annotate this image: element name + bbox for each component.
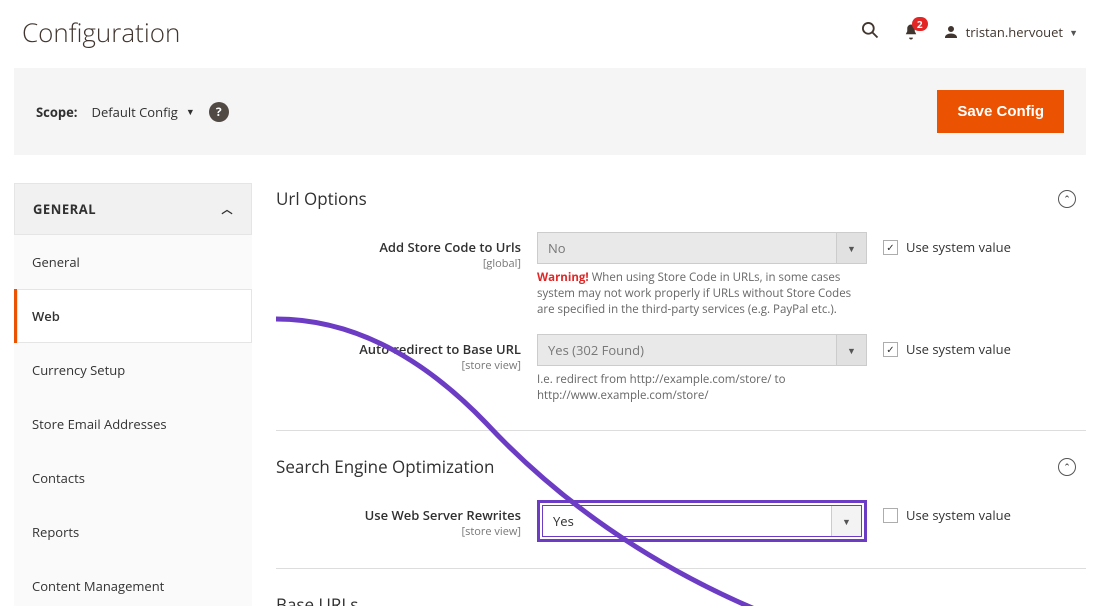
save-config-button[interactable]: Save Config bbox=[937, 90, 1064, 133]
select-value: Yes bbox=[553, 512, 574, 530]
notification-bell[interactable]: 2 bbox=[902, 23, 920, 41]
collapse-icon[interactable]: ⌃ bbox=[1058, 458, 1076, 476]
checkbox-use-system-auto-redirect[interactable]: ✓ bbox=[883, 342, 898, 357]
sidebar-item-store-email[interactable]: Store Email Addresses bbox=[14, 397, 252, 451]
user-menu[interactable]: tristan.hervouet ▼ bbox=[942, 23, 1078, 41]
chevron-down-icon: ▼ bbox=[836, 335, 866, 365]
chevron-down-icon: ▼ bbox=[1069, 26, 1078, 39]
field-label-rewrites: Use Web Server Rewrites bbox=[365, 506, 521, 524]
scope-label: Scope: bbox=[36, 103, 78, 121]
sidebar-item-reports[interactable]: Reports bbox=[14, 505, 252, 559]
sidebar-item-currency[interactable]: Currency Setup bbox=[14, 343, 252, 397]
select-auto-redirect: Yes (302 Found) ▼ bbox=[537, 334, 867, 366]
select-value: No bbox=[548, 239, 566, 257]
sidebar-item-content-mgmt[interactable]: Content Management bbox=[14, 559, 252, 606]
collapse-icon[interactable]: ⌃ bbox=[1058, 190, 1076, 208]
sidebar-group-label: GENERAL bbox=[33, 200, 96, 218]
select-store-code: No ▼ bbox=[537, 232, 867, 264]
field-label-auto-redirect: Auto-redirect to Base URL bbox=[359, 340, 521, 358]
use-system-label: Use system value bbox=[906, 506, 1011, 524]
sidebar: GENERAL ︿ General Web Currency Setup Sto… bbox=[14, 183, 252, 606]
scope-value: Default Config bbox=[92, 103, 178, 121]
chevron-up-icon: ︿ bbox=[221, 201, 233, 217]
field-scope-auto-redirect: [store view] bbox=[276, 358, 521, 373]
sidebar-item-contacts[interactable]: Contacts bbox=[14, 451, 252, 505]
checkbox-use-system-rewrites[interactable] bbox=[883, 508, 898, 523]
chevron-down-icon: ▼ bbox=[186, 105, 195, 118]
help-icon[interactable]: ? bbox=[209, 102, 229, 122]
divider bbox=[276, 568, 1086, 569]
use-system-label: Use system value bbox=[906, 340, 1011, 358]
select-value: Yes (302 Found) bbox=[548, 341, 644, 359]
sidebar-item-general[interactable]: General bbox=[14, 235, 252, 289]
sidebar-group-general[interactable]: GENERAL ︿ bbox=[14, 183, 252, 235]
notification-badge: 2 bbox=[912, 17, 928, 31]
select-rewrites[interactable]: Yes ▼ bbox=[542, 505, 862, 537]
help-text-auto-redirect: I.e. redirect from http://example.com/st… bbox=[537, 372, 867, 404]
field-scope-rewrites: [store view] bbox=[276, 524, 521, 539]
chevron-down-icon: ▼ bbox=[831, 506, 861, 536]
scope-select[interactable]: Default Config ▼ bbox=[92, 103, 195, 121]
highlight-annotation: Yes ▼ bbox=[537, 500, 867, 542]
section-seo-title: Search Engine Optimization bbox=[276, 455, 494, 478]
section-base-urls-title-partial: Base URLs bbox=[276, 589, 1086, 606]
chevron-down-icon: ▼ bbox=[836, 233, 866, 263]
sidebar-item-web[interactable]: Web bbox=[14, 289, 252, 343]
checkbox-use-system-store-code[interactable]: ✓ bbox=[883, 240, 898, 255]
use-system-label: Use system value bbox=[906, 238, 1011, 256]
warning-text: Warning! When using Store Code in URLs, … bbox=[537, 270, 867, 318]
section-url-options-title: Url Options bbox=[276, 187, 367, 210]
username: tristan.hervouet bbox=[966, 23, 1063, 41]
search-icon[interactable] bbox=[860, 20, 880, 44]
divider bbox=[276, 430, 1086, 431]
page-title: Configuration bbox=[22, 14, 180, 50]
field-label-store-code: Add Store Code to Urls bbox=[379, 238, 521, 256]
field-scope-store-code: [global] bbox=[276, 256, 521, 271]
